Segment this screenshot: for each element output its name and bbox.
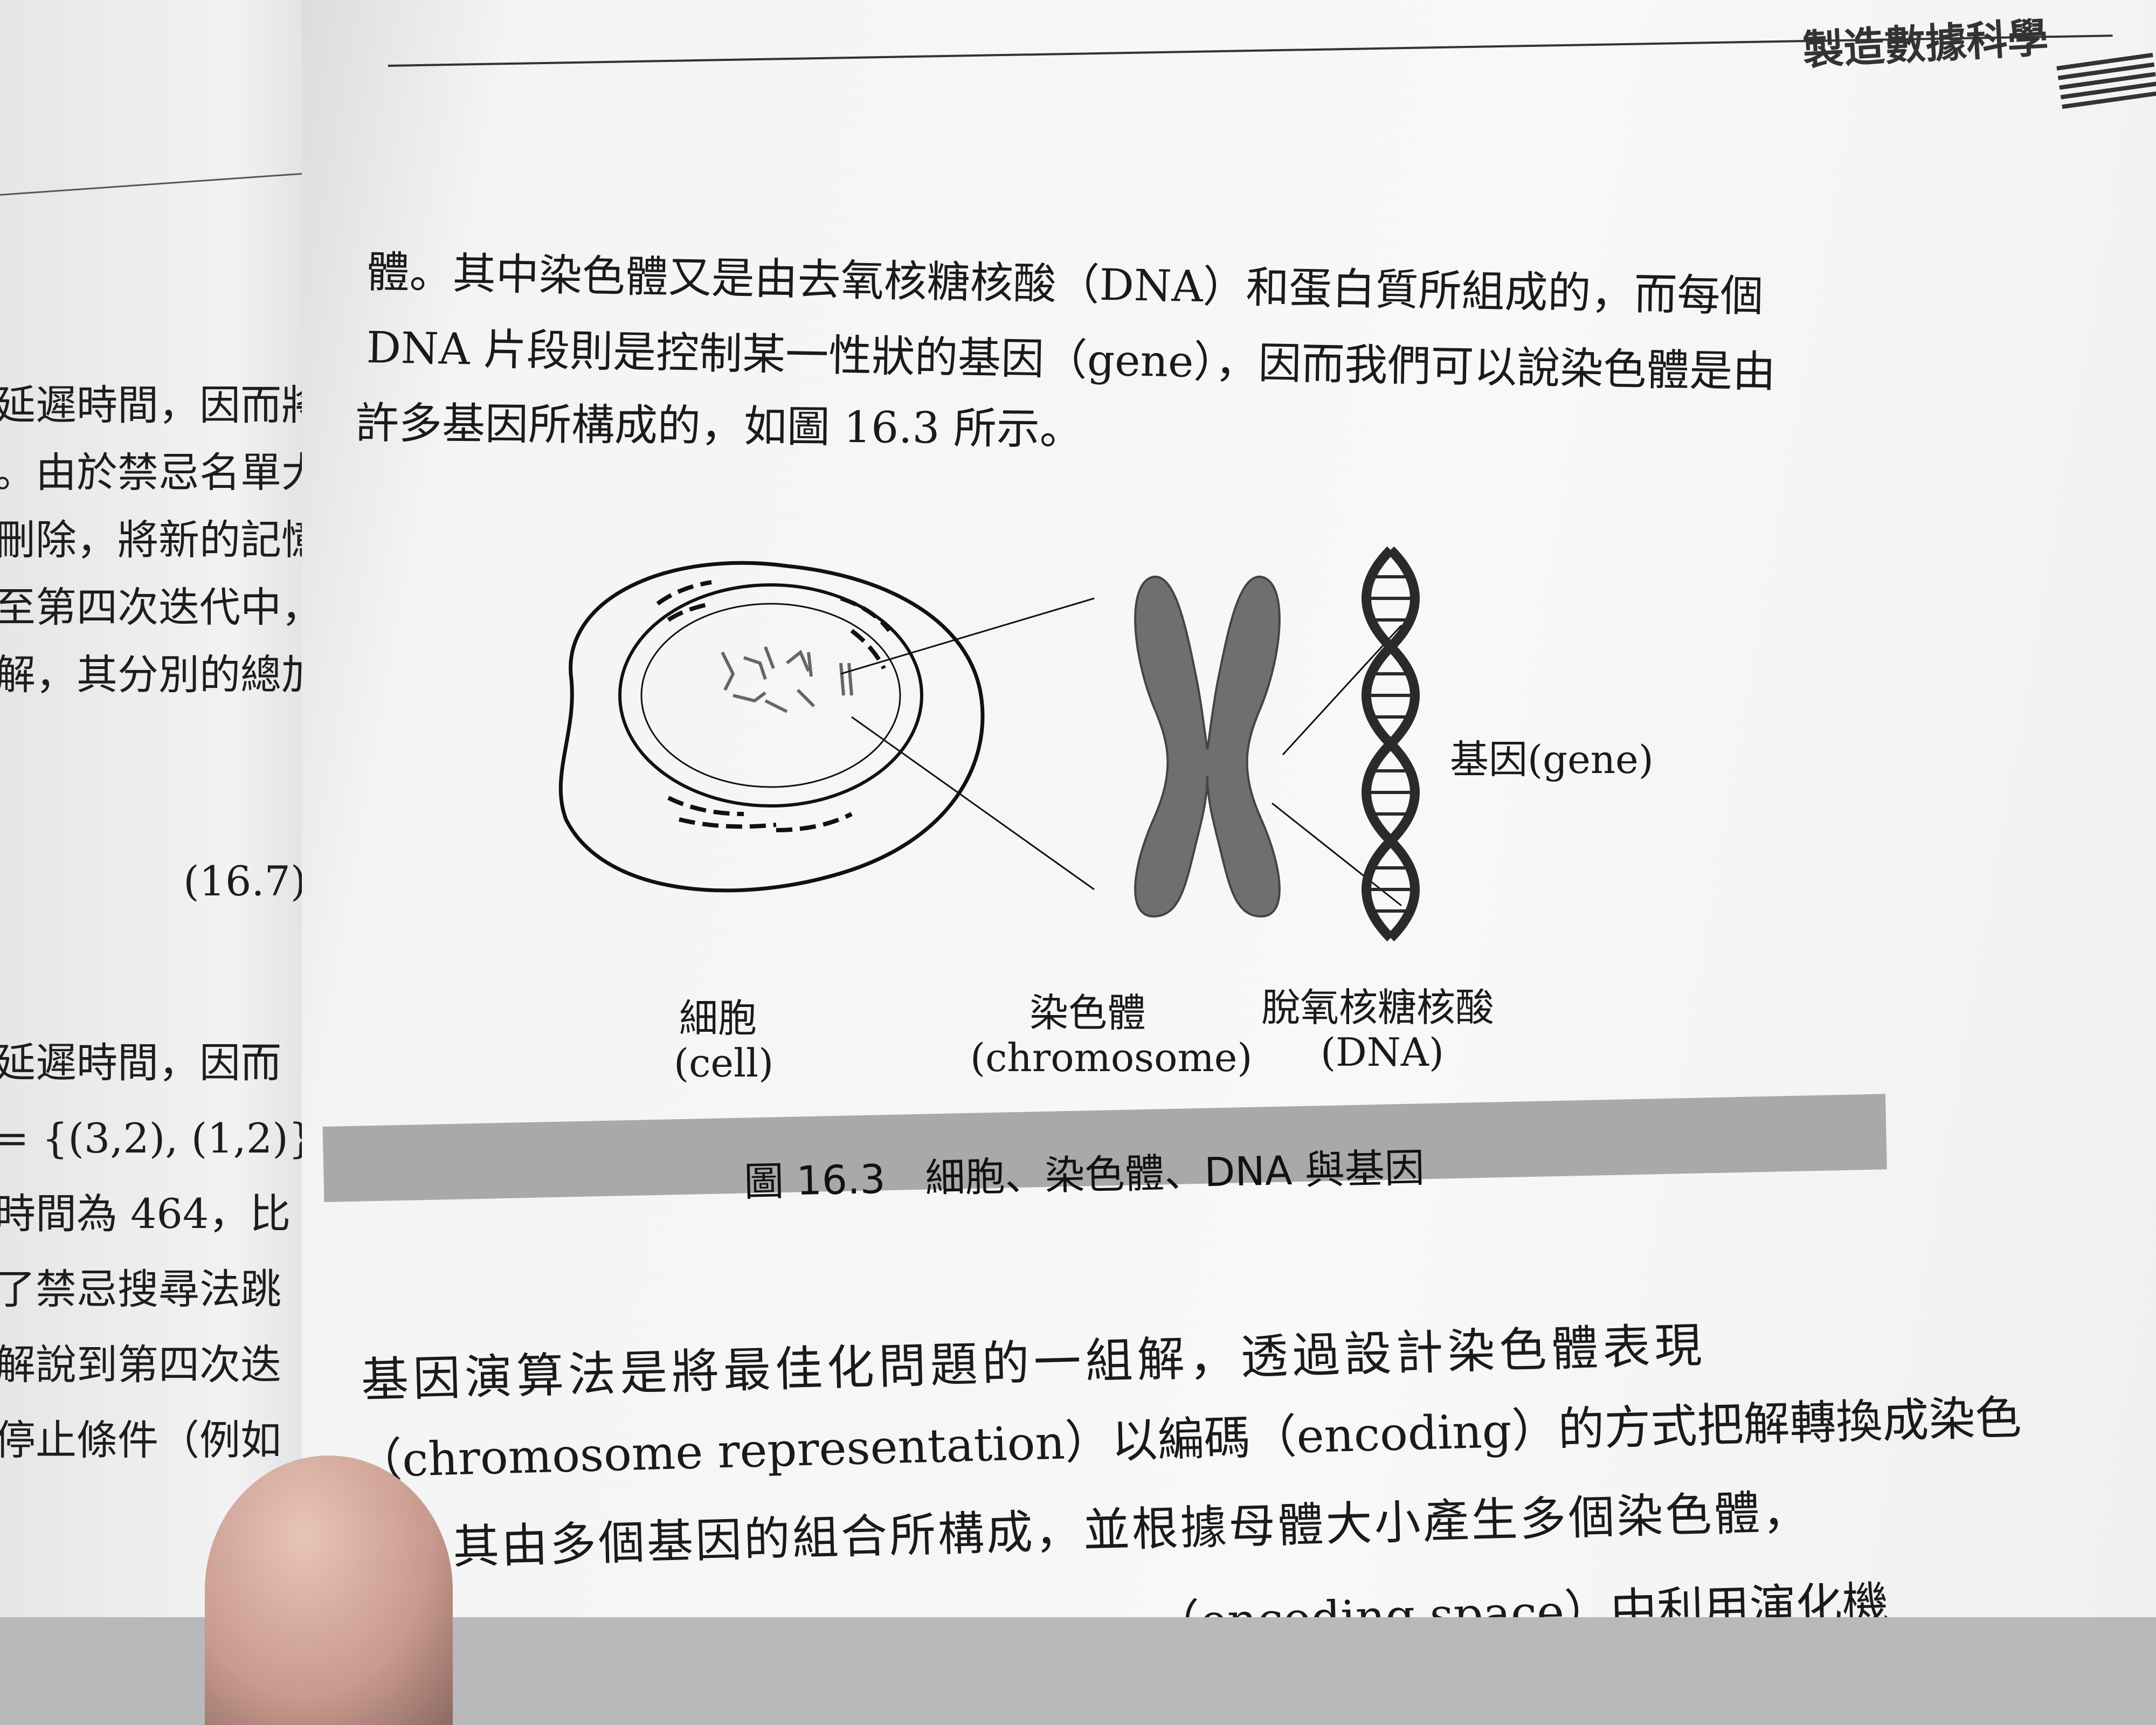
- right-page: 製造數據科學 體。其中染色體又是由去氧核糖核酸（DNA）和蛋白質所組成的，而每個…: [302, 0, 2156, 1617]
- equation-number: (16.7): [183, 857, 307, 905]
- gene-label: 基因(gene): [1450, 737, 1654, 782]
- left-line-8: 時間為 464，比: [0, 1190, 291, 1238]
- left-line-10: 解說到第四次迭: [0, 1341, 281, 1389]
- cell-label-en: (cell): [674, 1040, 774, 1086]
- connector-line: [851, 716, 1095, 891]
- left-line-6: 延遲時間，因而: [0, 1039, 281, 1087]
- connector-line: [840, 597, 1095, 675]
- cell-label: 細胞: [679, 996, 757, 1041]
- body-bottom-line-3: 其由多個基因的組合所構成，並根據母體大小產生多個染色體，: [452, 1485, 1812, 1575]
- body-top-line-1: 體。其中染色體又是由去氧核糖核酸（DNA）和蛋白質所組成的，而每個: [366, 247, 1764, 322]
- finger: [205, 1455, 453, 1725]
- body-top-line-3: 許多基因所構成的，如圖 16.3 所示。: [355, 398, 1083, 454]
- left-line-11: 停止條件（例如: [0, 1416, 281, 1464]
- body-bottom-line-4: （encoding space）中利用演化機: [1152, 1577, 1890, 1617]
- dna-label: 脫氧核糖核酸: [1261, 985, 1495, 1030]
- dna-helix-illustration: [1362, 546, 1420, 942]
- header-ornament: [2056, 52, 2156, 109]
- left-line-5: 解，其分別的總加: [0, 651, 322, 699]
- body-top-line-2: DNA 片段則是控制某一性狀的基因（gene），因而我們可以說染色體是由: [366, 322, 1777, 397]
- cell-illustration: [558, 561, 985, 893]
- dna-label-en: (DNA): [1321, 1030, 1444, 1075]
- chromosome-label: 染色體: [1029, 990, 1146, 1036]
- chromosome-illustration: [1134, 575, 1281, 918]
- left-line-9: 了禁忌搜尋法跳: [0, 1265, 281, 1313]
- chromosome-label-en: (chromosome): [970, 1035, 1253, 1080]
